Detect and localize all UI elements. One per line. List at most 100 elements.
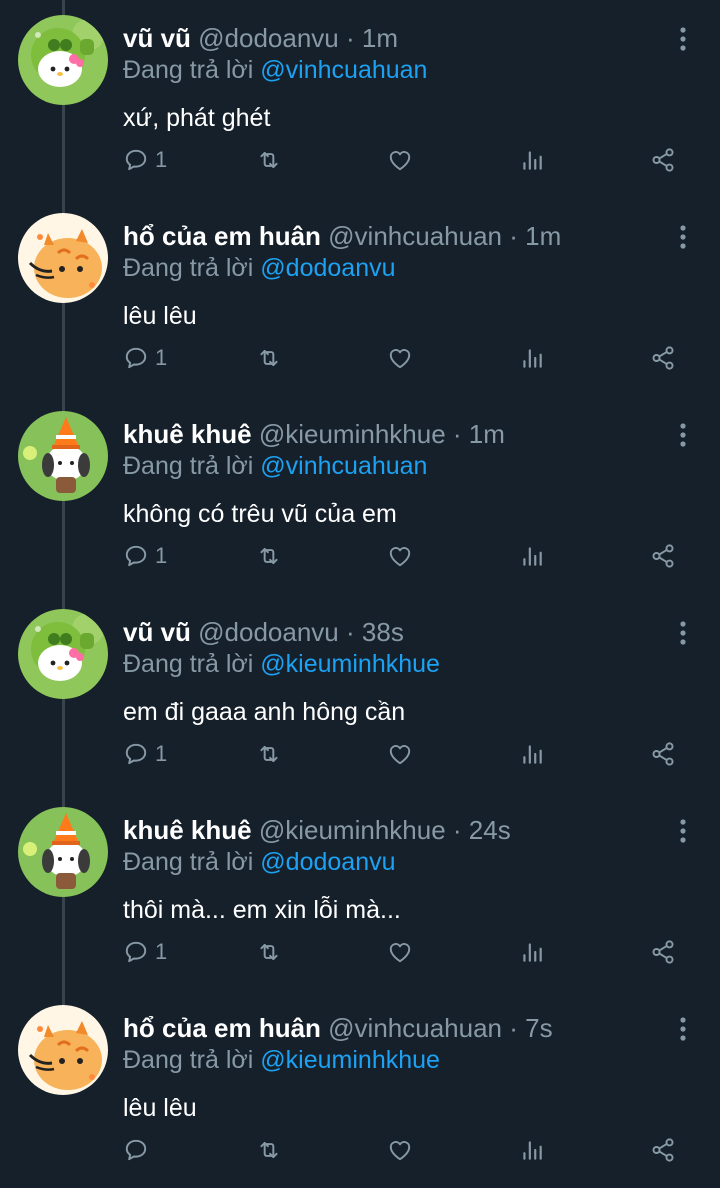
reply-icon	[125, 1139, 147, 1161]
user-handle[interactable]: @vinhcuahuan	[328, 1013, 502, 1043]
avatar[interactable]	[18, 213, 108, 303]
analytics-button[interactable]	[519, 536, 545, 576]
more-vertical-icon	[680, 423, 686, 447]
like-button[interactable]	[387, 140, 413, 180]
separator-dot: ·	[452, 419, 462, 449]
share-icon	[652, 742, 674, 766]
like-button[interactable]	[387, 536, 413, 576]
analytics-button[interactable]	[519, 338, 545, 378]
tweet-actions	[0, 1130, 720, 1170]
reply-button[interactable]: 1	[123, 338, 167, 378]
share-button[interactable]	[650, 1130, 676, 1170]
reply-icon	[125, 149, 147, 171]
display-name[interactable]: khuê khuê	[123, 815, 252, 845]
replying-to-mention[interactable]: @dodoanvu	[260, 848, 395, 876]
avatar[interactable]	[18, 1005, 108, 1095]
replying-to-mention[interactable]: @vinhcuahuan	[260, 452, 427, 480]
display-name[interactable]: hổ của em huân	[123, 221, 321, 251]
retweet-icon	[260, 349, 278, 367]
tiger-icon	[18, 1005, 108, 1095]
reply-button[interactable]	[123, 1130, 155, 1170]
avatar[interactable]	[18, 15, 108, 105]
user-handle[interactable]: @dodoanvu	[198, 23, 339, 53]
share-button[interactable]	[650, 338, 676, 378]
tweet[interactable]: vũ vũ @dodoanvu · 1m Đang trả lời @vinhc…	[0, 0, 720, 198]
more-options-button[interactable]	[668, 222, 698, 252]
tweet-header: vũ vũ @dodoanvu · 1m	[123, 22, 398, 54]
reply-count: 1	[155, 741, 168, 766]
share-button[interactable]	[650, 932, 676, 972]
tweet-text: xứ, phát ghét	[123, 104, 271, 132]
user-handle[interactable]: @dodoanvu	[198, 617, 339, 647]
replying-to-mention[interactable]: @kieuminhkhue	[260, 650, 440, 678]
reply-button[interactable]: 1	[123, 140, 167, 180]
avatar[interactable]	[18, 807, 108, 897]
more-options-button[interactable]	[668, 24, 698, 54]
analytics-button[interactable]	[519, 734, 545, 774]
retweet-button[interactable]	[256, 734, 282, 774]
like-button[interactable]	[387, 932, 413, 972]
like-button[interactable]	[387, 1130, 413, 1170]
analytics-button[interactable]	[519, 1130, 545, 1170]
tweet[interactable]: vũ vũ @dodoanvu · 38s Đang trả lời @kieu…	[0, 594, 720, 792]
analytics-icon	[523, 1141, 542, 1160]
analytics-icon	[523, 349, 542, 368]
replying-to: Đang trả lời @dodoanvu	[123, 252, 396, 284]
tweet[interactable]: hổ của em huân @vinhcuahuan · 7s Đang tr…	[0, 990, 720, 1188]
reply-count: 1	[155, 345, 168, 370]
like-button[interactable]	[387, 734, 413, 774]
heart-icon	[389, 547, 411, 567]
tweet[interactable]: khuê khuê @kieuminhkhue · 24s Đang trả l…	[0, 792, 720, 990]
timestamp[interactable]: 38s	[362, 617, 404, 647]
replying-to-mention[interactable]: @dodoanvu	[260, 254, 395, 282]
retweet-button[interactable]	[256, 338, 282, 378]
display-name[interactable]: khuê khuê	[123, 419, 252, 449]
timestamp[interactable]: 1m	[469, 419, 505, 449]
analytics-button[interactable]	[519, 140, 545, 180]
separator-dot: ·	[509, 221, 518, 251]
share-button[interactable]	[650, 536, 676, 576]
separator-dot: ·	[346, 23, 355, 53]
like-button[interactable]	[387, 338, 413, 378]
tweet-header: hổ của em huân @vinhcuahuan · 7s	[123, 1012, 553, 1044]
user-handle[interactable]: @kieuminhkhue	[259, 815, 446, 845]
tweet[interactable]: khuê khuê @kieuminhkhue · 1m Đang trả lờ…	[0, 396, 720, 594]
timestamp[interactable]: 7s	[525, 1013, 552, 1043]
display-name[interactable]: vũ vũ	[123, 23, 191, 53]
share-button[interactable]	[650, 734, 676, 774]
retweet-button[interactable]	[256, 536, 282, 576]
replying-to-mention[interactable]: @kieuminhkhue	[260, 1046, 440, 1074]
reply-button[interactable]: 1	[123, 932, 167, 972]
reply-count: 1	[155, 543, 168, 568]
tweet[interactable]: hổ của em huân @vinhcuahuan · 1m Đang tr…	[0, 198, 720, 396]
retweet-button[interactable]	[256, 140, 282, 180]
replying-to: Đang trả lời @kieuminhkhue	[123, 1044, 440, 1076]
retweet-button[interactable]	[256, 932, 282, 972]
replying-to-mention[interactable]: @vinhcuahuan	[260, 56, 427, 84]
user-handle[interactable]: @kieuminhkhue	[259, 419, 446, 449]
share-button[interactable]	[650, 140, 676, 180]
timestamp[interactable]: 24s	[469, 815, 511, 845]
reply-button[interactable]: 1	[123, 536, 167, 576]
heart-icon	[389, 943, 411, 963]
tweet-header: khuê khuê @kieuminhkhue · 24s	[123, 814, 511, 846]
tweet-text: lêu lêu	[123, 1094, 197, 1122]
avatar[interactable]	[18, 609, 108, 699]
display-name[interactable]: hổ của em huân	[123, 1013, 321, 1043]
analytics-icon	[523, 745, 542, 764]
retweet-button[interactable]	[256, 1130, 282, 1170]
avatar[interactable]	[18, 411, 108, 501]
reply-button[interactable]: 1	[123, 734, 167, 774]
more-options-button[interactable]	[668, 816, 698, 846]
timestamp[interactable]: 1m	[362, 23, 398, 53]
tweet-actions: 1	[0, 338, 720, 378]
more-options-button[interactable]	[668, 420, 698, 450]
display-name[interactable]: vũ vũ	[123, 617, 191, 647]
analytics-button[interactable]	[519, 932, 545, 972]
hello-kitty-peashooter-icon	[18, 15, 108, 105]
more-options-button[interactable]	[668, 1014, 698, 1044]
analytics-icon	[523, 151, 542, 170]
timestamp[interactable]: 1m	[525, 221, 561, 251]
more-options-button[interactable]	[668, 618, 698, 648]
user-handle[interactable]: @vinhcuahuan	[328, 221, 502, 251]
